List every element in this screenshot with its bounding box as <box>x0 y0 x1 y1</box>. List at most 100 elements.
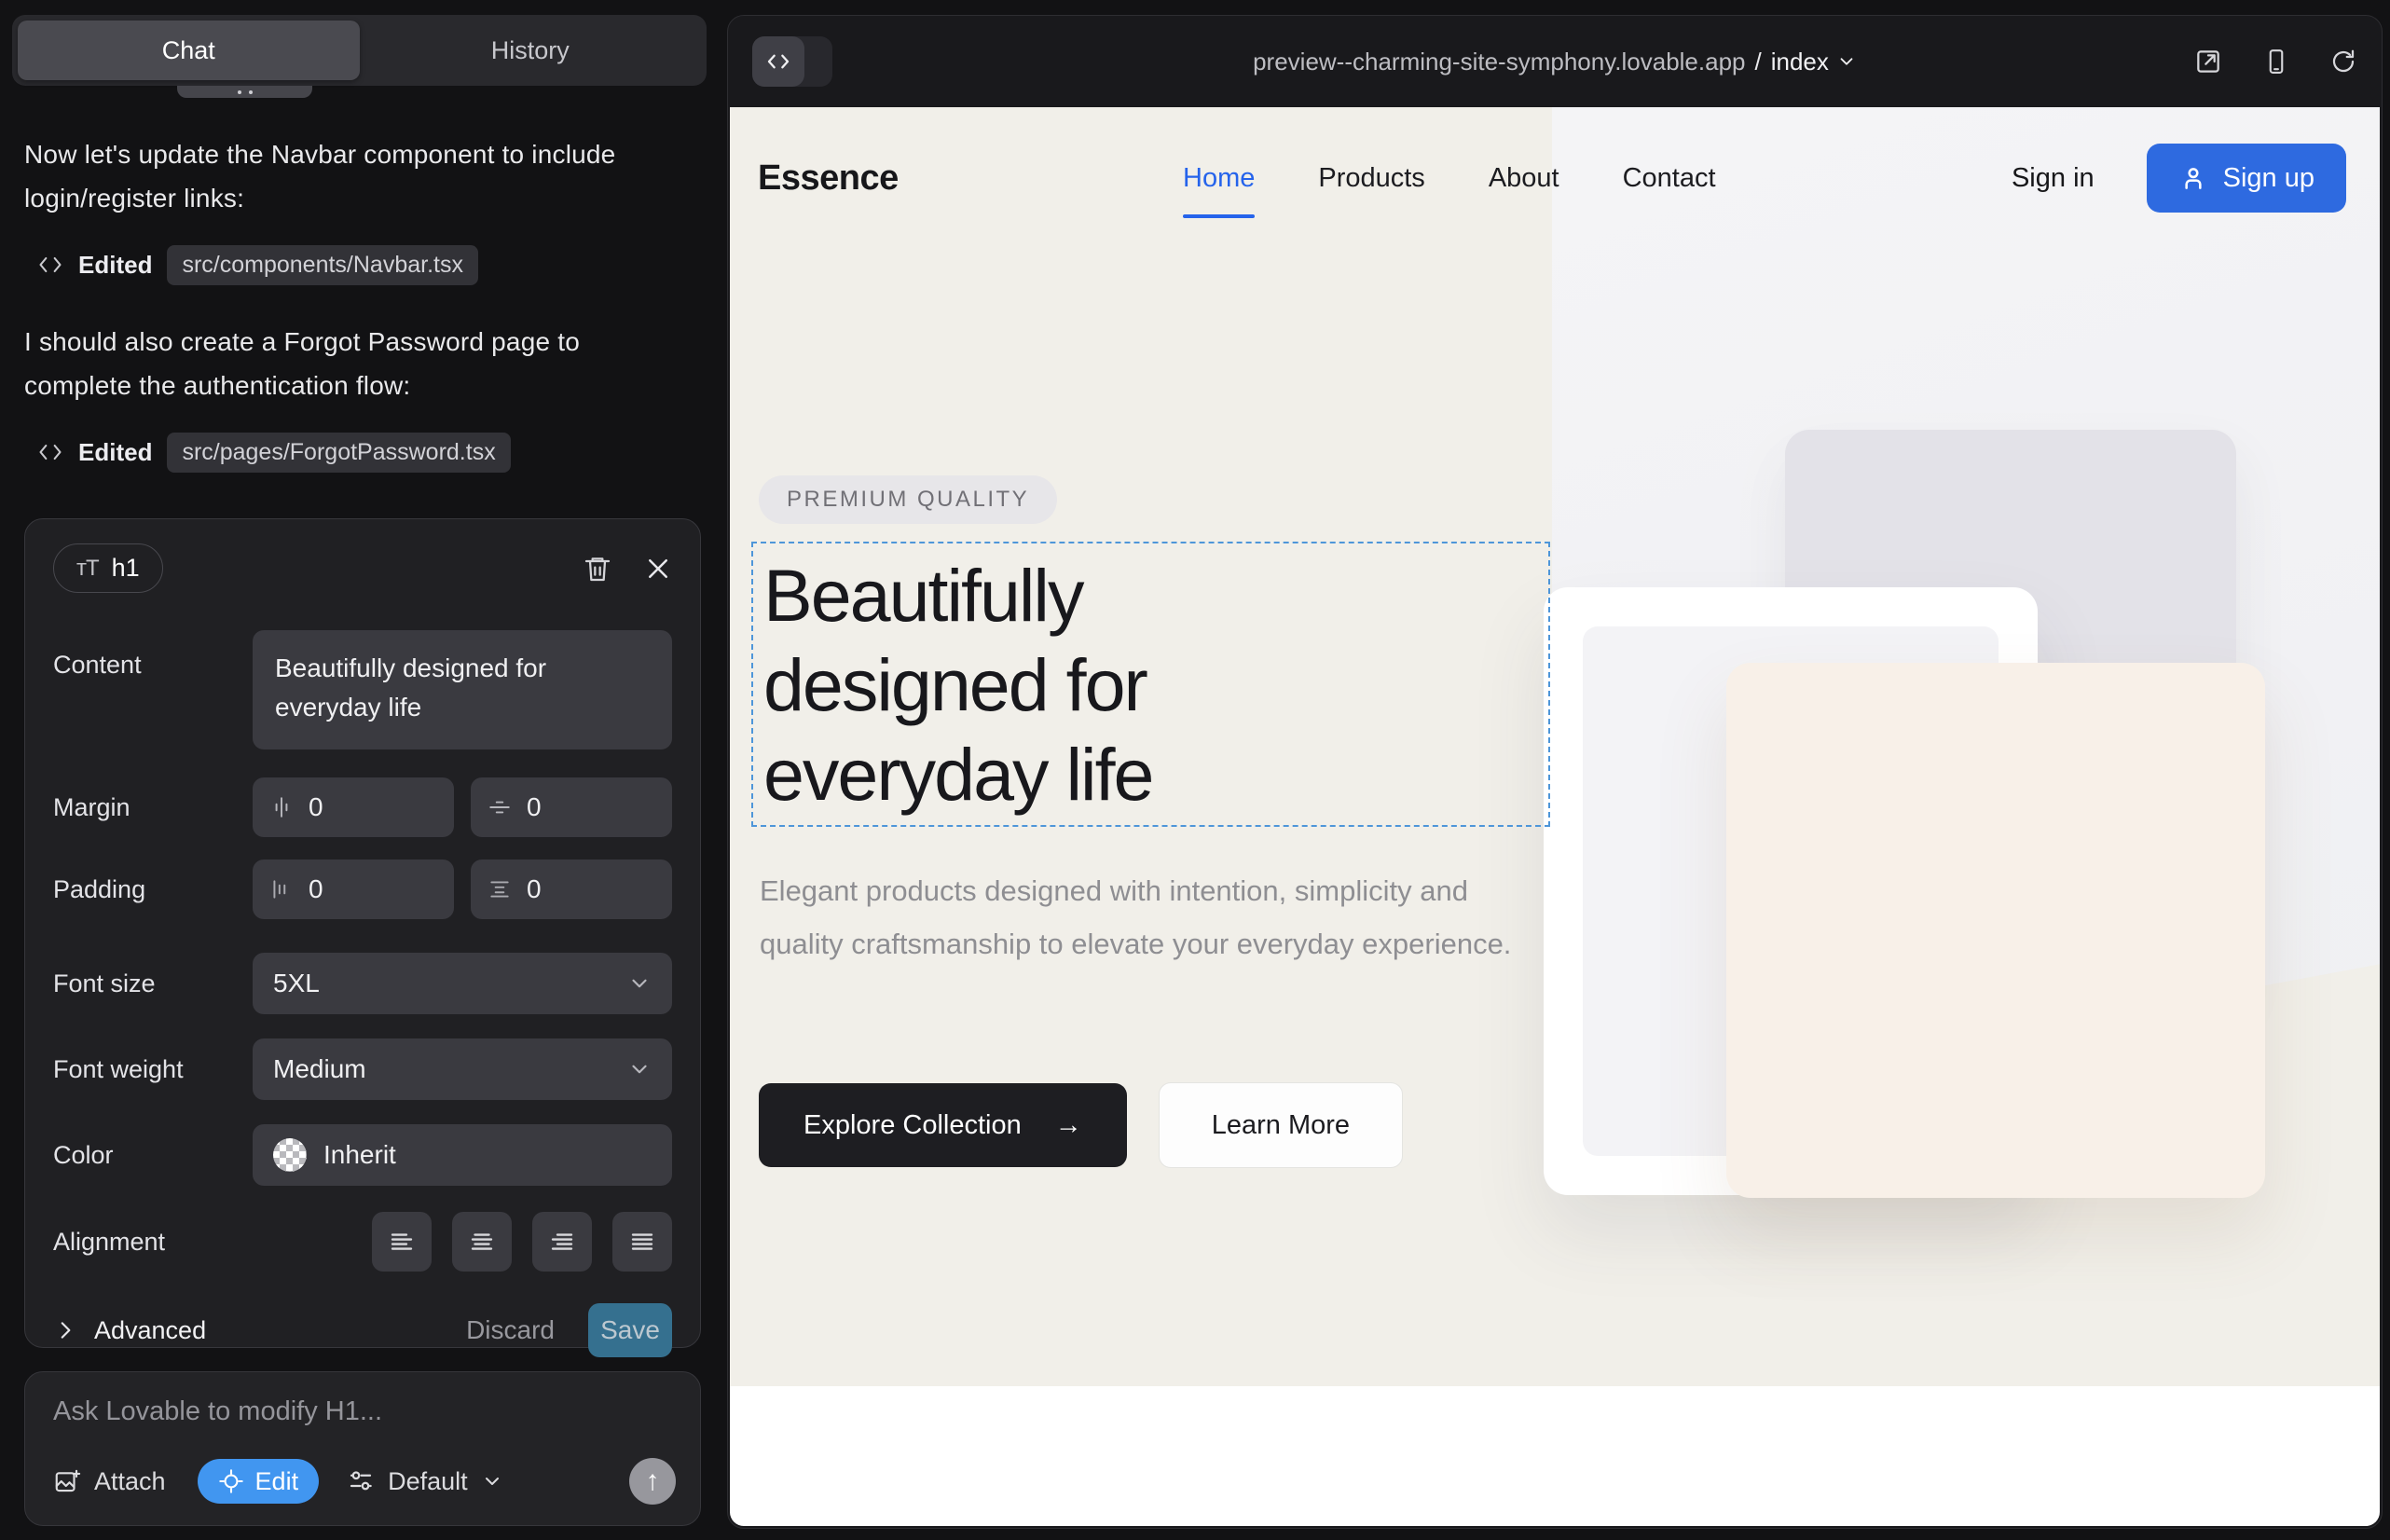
save-button[interactable]: Save <box>588 1303 672 1357</box>
user-icon <box>2178 163 2208 193</box>
chat-input-placeholder[interactable]: Ask Lovable to modify H1... <box>53 1396 672 1427</box>
typography-icon: тT <box>76 556 99 582</box>
edited-file-row: Edited src/pages/ForgotPassword.tsx <box>37 432 511 473</box>
color-select[interactable]: Inherit <box>253 1124 672 1186</box>
refresh-icon <box>2329 48 2357 76</box>
premium-quality-badge: PREMIUM QUALITY <box>759 475 1057 524</box>
preview-browser-bar: preview--charming-site-symphony.lovable.… <box>728 16 2382 107</box>
nav-link-home[interactable]: Home <box>1183 163 1255 194</box>
trash-icon <box>583 554 612 584</box>
padding-horizontal-icon <box>269 877 294 901</box>
chevron-down-icon <box>627 1057 652 1081</box>
align-left-icon <box>388 1228 416 1256</box>
padding-y-input[interactable]: 0 <box>471 859 672 919</box>
url-separator: / <box>1755 48 1762 76</box>
advanced-toggle[interactable]: Advanced <box>94 1316 206 1345</box>
font-size-select[interactable]: 5XL <box>253 953 672 1014</box>
align-left-button[interactable] <box>372 1212 432 1272</box>
page-selector[interactable]: index <box>1771 48 1857 76</box>
close-panel-button[interactable] <box>644 555 672 583</box>
align-center-icon <box>468 1228 496 1256</box>
chat-sidebar: Chat History Now let's update the Navbar… <box>0 0 727 1540</box>
content-input[interactable]: Beautifully designed for everyday life <box>253 630 672 749</box>
chevron-down-icon <box>627 971 652 996</box>
margin-y-input[interactable]: 0 <box>471 777 672 837</box>
decor-card-peach <box>1726 663 2265 1198</box>
arrow-right-icon: → <box>1055 1110 1082 1141</box>
margin-vertical-icon <box>488 795 512 819</box>
mobile-view-button[interactable] <box>2262 48 2290 76</box>
hero-section: Essence Home Products About Contact Sign… <box>730 107 2380 1386</box>
sign-in-link[interactable]: Sign in <box>2012 163 2095 194</box>
discard-button[interactable]: Discard <box>466 1315 555 1345</box>
delete-element-button[interactable] <box>583 554 612 584</box>
tab-history[interactable]: History <box>360 21 702 80</box>
chevron-right-icon <box>53 1318 77 1342</box>
code-view-toggle[interactable] <box>752 36 832 87</box>
code-icon <box>37 439 63 465</box>
edited-label: Edited <box>78 251 152 280</box>
margin-horizontal-icon <box>269 795 294 819</box>
selected-element-tag: h1 <box>112 554 140 583</box>
chevron-down-icon <box>1836 51 1857 72</box>
code-icon <box>37 252 63 278</box>
color-label: Color <box>53 1141 253 1170</box>
align-justify-button[interactable] <box>612 1212 672 1272</box>
site-navbar: Essence Home Products About Contact Sign… <box>758 141 2346 215</box>
font-size-label: Font size <box>53 969 253 998</box>
tab-chat[interactable]: Chat <box>18 21 360 80</box>
target-icon <box>218 1468 244 1494</box>
sidebar-tabbar: Chat History <box>12 15 707 86</box>
font-weight-label: Font weight <box>53 1055 253 1084</box>
open-in-new-tab-button[interactable] <box>2193 47 2223 76</box>
align-right-button[interactable] <box>532 1212 592 1272</box>
font-weight-select[interactable]: Medium <box>253 1038 672 1100</box>
preview-site: Essence Home Products About Contact Sign… <box>730 107 2380 1526</box>
nav-link-about[interactable]: About <box>1489 163 1559 194</box>
scrolled-chip-remnant <box>177 86 312 98</box>
align-center-button[interactable] <box>452 1212 512 1272</box>
attach-image-icon <box>53 1467 81 1495</box>
code-icon <box>752 36 804 87</box>
edit-mode-button[interactable]: Edit <box>198 1459 320 1504</box>
file-chip[interactable]: src/components/Navbar.tsx <box>167 245 478 285</box>
margin-label: Margin <box>53 793 253 822</box>
explore-collection-button[interactable]: Explore Collection → <box>759 1083 1127 1167</box>
nav-link-products[interactable]: Products <box>1318 163 1424 194</box>
chat-message: I should also create a Forgot Password p… <box>24 320 682 407</box>
arrow-up-icon: ↑ <box>646 1467 660 1495</box>
alignment-label: Alignment <box>53 1228 253 1257</box>
element-editor-panel: тT h1 Content Beautifully designed for e… <box>24 518 701 1348</box>
selected-element-pill[interactable]: тT h1 <box>53 543 163 593</box>
learn-more-button[interactable]: Learn More <box>1159 1082 1403 1168</box>
file-chip[interactable]: src/pages/ForgotPassword.tsx <box>167 433 510 473</box>
sign-up-button[interactable]: Sign up <box>2147 144 2346 213</box>
chat-input-box[interactable]: Ask Lovable to modify H1... Attach Edit … <box>24 1371 701 1526</box>
margin-x-input[interactable]: 0 <box>253 777 454 837</box>
external-link-icon <box>2193 47 2223 76</box>
transparent-swatch-icon <box>273 1138 307 1172</box>
padding-vertical-icon <box>488 877 512 901</box>
padding-x-input[interactable]: 0 <box>253 859 454 919</box>
padding-label: Padding <box>53 875 253 904</box>
preview-url: preview--charming-site-symphony.lovable.… <box>1253 48 1745 76</box>
preview-panel: preview--charming-site-symphony.lovable.… <box>727 15 2383 1529</box>
align-justify-icon <box>628 1228 656 1256</box>
chat-message: Now let's update the Navbar component to… <box>24 132 682 220</box>
close-icon <box>644 555 672 583</box>
site-logo[interactable]: Essence <box>758 158 899 199</box>
refresh-button[interactable] <box>2329 48 2357 76</box>
hero-heading[interactable]: Beautifully designed for everyday life <box>763 551 1153 819</box>
attach-button[interactable]: Attach <box>53 1467 166 1496</box>
content-label: Content <box>53 630 253 680</box>
align-right-icon <box>548 1228 576 1256</box>
mobile-phone-icon <box>2262 48 2290 76</box>
edited-label: Edited <box>78 438 152 467</box>
sliders-icon <box>347 1467 375 1495</box>
nav-link-contact[interactable]: Contact <box>1623 163 1716 194</box>
edited-file-row: Edited src/components/Navbar.tsx <box>37 244 478 285</box>
model-default-button[interactable]: Default <box>347 1467 503 1496</box>
send-button[interactable]: ↑ <box>629 1458 676 1505</box>
hero-paragraph: Elegant products designed with intention… <box>760 864 1515 970</box>
chevron-down-icon <box>481 1470 503 1492</box>
